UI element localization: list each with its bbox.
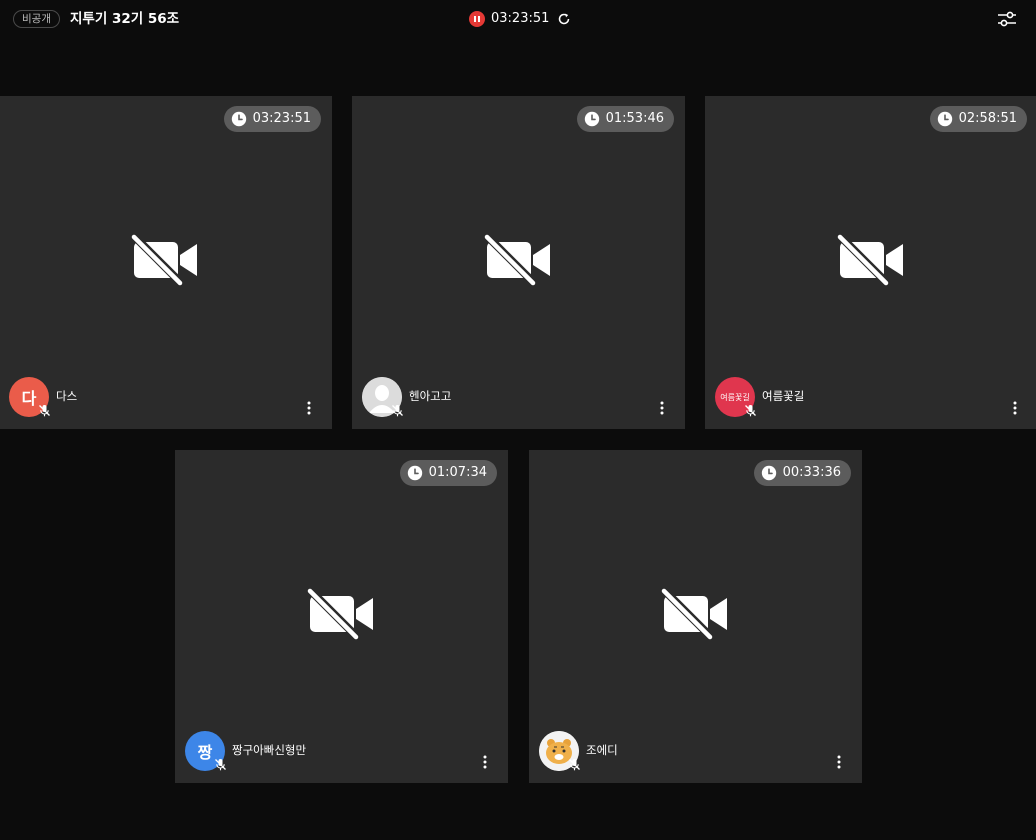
session-timer: 01:07:34 bbox=[399, 460, 497, 486]
participant-name: 헨아고고 bbox=[409, 389, 452, 403]
privacy-badge: 비공개 bbox=[13, 10, 60, 28]
timer-text: 01:07:34 bbox=[428, 465, 487, 480]
clock-icon bbox=[584, 111, 600, 127]
timer-text: 03:23:51 bbox=[252, 111, 311, 126]
clock-icon bbox=[407, 465, 423, 481]
sliders-icon[interactable] bbox=[996, 8, 1018, 30]
refresh-icon[interactable] bbox=[557, 12, 571, 26]
mic-off-icon bbox=[568, 756, 581, 771]
pause-record-icon[interactable] bbox=[469, 11, 485, 27]
more-options-icon[interactable] bbox=[656, 400, 668, 416]
recording-status: 03:23:51 bbox=[469, 10, 571, 28]
avatar-image-text: 여름꽃길 bbox=[720, 392, 750, 402]
top-bar: 비공개 지투기 32기 56조 03:23:51 bbox=[0, 0, 1036, 40]
room-title: 지투기 32기 56조 bbox=[70, 11, 180, 27]
participant-name: 다스 bbox=[56, 389, 78, 403]
clock-icon bbox=[231, 111, 247, 127]
timer-text: 02:58:51 bbox=[958, 111, 1017, 126]
video-off-icon bbox=[660, 586, 732, 642]
clock-icon bbox=[761, 465, 777, 481]
participant-tile[interactable]: 01:07:34 짱 짱구아빠신형만 bbox=[175, 450, 508, 783]
participant-tile[interactable]: 00:33:36 조에디 bbox=[529, 450, 862, 783]
avatar-initial: 짱 bbox=[197, 743, 213, 762]
clock-icon bbox=[937, 111, 953, 127]
video-off-icon bbox=[836, 232, 908, 288]
participant-name: 여름꽃길 bbox=[762, 389, 805, 403]
participant-tile[interactable]: 01:53:46 헨아고고 bbox=[352, 96, 685, 429]
timer-text: 01:53:46 bbox=[605, 111, 664, 126]
video-off-icon bbox=[306, 586, 378, 642]
more-options-icon[interactable] bbox=[479, 754, 491, 770]
mic-off-icon bbox=[214, 756, 227, 771]
session-timer: 01:53:46 bbox=[576, 106, 674, 132]
mic-off-icon bbox=[38, 402, 51, 417]
participant-name: 조에디 bbox=[586, 743, 618, 757]
participant-tile[interactable]: 03:23:51 다 다스 bbox=[0, 96, 332, 429]
more-options-icon[interactable] bbox=[833, 754, 845, 770]
participant-name: 짱구아빠신형만 bbox=[232, 743, 307, 757]
video-off-icon bbox=[130, 232, 202, 288]
session-timer: 02:58:51 bbox=[929, 106, 1027, 132]
video-off-icon bbox=[483, 232, 555, 288]
more-options-icon[interactable] bbox=[1009, 400, 1021, 416]
mic-off-icon bbox=[744, 402, 757, 417]
session-timer: 03:23:51 bbox=[223, 106, 321, 132]
mic-off-icon bbox=[391, 402, 404, 417]
more-options-icon[interactable] bbox=[303, 400, 315, 416]
avatar-initial: 다 bbox=[21, 389, 37, 408]
timer-text: 00:33:36 bbox=[782, 465, 841, 480]
recording-time: 03:23:51 bbox=[491, 11, 550, 26]
session-timer: 00:33:36 bbox=[753, 460, 851, 486]
participant-tile[interactable]: 02:58:51 여름꽃길 여름꽃길 bbox=[705, 96, 1036, 429]
